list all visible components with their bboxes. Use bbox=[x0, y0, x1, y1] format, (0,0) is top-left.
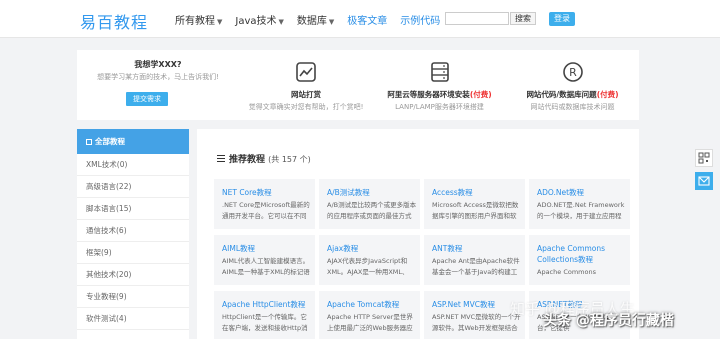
request-subtitle: 想要学习某方面的技术，马上告诉我们! bbox=[97, 73, 219, 81]
qrcode-button[interactable] bbox=[695, 149, 713, 167]
sidebar-item-scripting[interactable]: 脚本语言(15) bbox=[77, 198, 189, 220]
card-title[interactable]: ANT教程 bbox=[432, 243, 522, 254]
server-icon bbox=[431, 62, 449, 82]
tutorial-card[interactable]: Ajax教程 AJAX代表异步JavaScript和XML。AJAX是一种用XM… bbox=[319, 235, 420, 285]
category-sidebar: 全部教程 XML技术(0) 高级语言(22) 脚本语言(15) 通信技术(6) … bbox=[77, 129, 189, 339]
feature-code-db[interactable]: R 网站代码/数据库问题(付费) 网站代码或数据库技术问题 bbox=[506, 50, 639, 120]
site-logo[interactable]: 易百教程 bbox=[80, 9, 148, 33]
grid-icon bbox=[86, 139, 92, 145]
tutorial-card[interactable]: Apache Tomcat教程 Apache HTTP Server是世界上使用… bbox=[319, 291, 420, 339]
feature-subtitle: LANP/LAMP服务器环境搭建 bbox=[395, 103, 484, 111]
tutorial-card[interactable]: Access教程 Microsoft Access是微软把数据库引擎的图形用户界… bbox=[424, 179, 525, 229]
card-description: A/B测试是比较两个或更多版本的应用程序或页面的最佳方式之一。 bbox=[327, 201, 417, 220]
registered-icon: R bbox=[563, 62, 583, 82]
paid-tag: (付费) bbox=[469, 90, 492, 99]
tutorial-card[interactable]: A/B测试教程 A/B测试是比较两个或更多版本的应用程序或页面的最佳方式之一。 bbox=[319, 179, 420, 229]
feature-subtitle: 网站代码或数据库技术问题 bbox=[530, 103, 615, 111]
feature-title: 网站打赏 bbox=[291, 90, 321, 99]
card-description: AJAX代表异步JavaScript和XML。AJAX是一种用XML、 bbox=[327, 257, 409, 276]
card-description: Apache Ant是由Apache软件基金会一个基于Java的构建工具。 bbox=[432, 257, 520, 276]
nav-label: 所有教程 bbox=[175, 16, 215, 27]
card-description: Microsoft Access是微软把数据库引擎的图形用户界面和软件开发工具 bbox=[432, 201, 519, 220]
request-title: 我想学XXX? bbox=[134, 60, 182, 69]
nav-all-tutorials[interactable]: 所有教程 ▼ bbox=[175, 12, 222, 27]
submit-request-button[interactable]: 提交需求 bbox=[126, 92, 168, 106]
caret-down-icon: ▼ bbox=[278, 18, 284, 26]
card-description: .NET Core是Microsoft最新的通用开发平台。它可以在不同的平台 bbox=[222, 201, 310, 220]
mail-button[interactable] bbox=[695, 172, 713, 190]
card-title[interactable]: AIML教程 bbox=[222, 243, 312, 254]
sidebar-item-communication[interactable]: 通信技术(6) bbox=[77, 220, 189, 242]
sidebar-all-tutorials[interactable]: 全部教程 bbox=[77, 129, 189, 154]
card-description: ADO.NET是.Net Framework的一个模块，用于建立应用程序和数据 bbox=[537, 201, 625, 220]
qrcode-icon bbox=[698, 152, 710, 164]
svg-text:R: R bbox=[569, 66, 577, 79]
tutorial-count: (共 157 个) bbox=[268, 155, 311, 164]
sidebar-item-framework[interactable]: 框架(9) bbox=[77, 242, 189, 264]
feature-subtitle: 觉得文章确实对您有帮助，打个赏吧! bbox=[248, 103, 364, 111]
card-title[interactable]: ADO.Net教程 bbox=[537, 187, 627, 198]
top-header: 易百教程 所有教程 ▼ Java技术 ▼ 数据库 ▼ 极客文章 示例代码 搜索 登录 bbox=[0, 0, 720, 38]
tutorial-card[interactable]: Apache HttpClient教程 HttpClient是一个传输库。它在客… bbox=[214, 291, 315, 339]
watermark-toutiao: 头条 @程序员行藏楷 bbox=[543, 313, 674, 329]
sidebar-item-high-level[interactable]: 高级语言(22) bbox=[77, 176, 189, 198]
mail-icon bbox=[698, 176, 710, 186]
request-box: 我想学XXX? 想要学习某方面的技术，马上告诉我们! 提交需求 bbox=[77, 50, 239, 120]
card-title[interactable]: Apache HttpClient教程 bbox=[222, 299, 312, 310]
caret-down-icon: ▼ bbox=[328, 18, 335, 26]
tutorial-card[interactable]: ANT教程 Apache Ant是由Apache软件基金会一个基于Java的构建… bbox=[424, 235, 525, 285]
nav-label: Java技术 bbox=[235, 16, 277, 27]
chart-icon bbox=[296, 62, 316, 82]
nav-java-tech[interactable]: Java技术 ▼ bbox=[235, 12, 284, 27]
tutorial-card[interactable]: NET Core教程 .NET Core是Microsoft最新的通用开发平台。… bbox=[214, 179, 315, 229]
caret-down-icon: ▼ bbox=[217, 18, 223, 26]
feature-title: 网站代码/数据库问题(付费) bbox=[506, 89, 639, 100]
card-description: ASP.NET MVC是微软的一个开源软件。其Web开发框架结合了 bbox=[432, 313, 521, 332]
sidebar-item-professional[interactable]: 专业教程(9) bbox=[77, 286, 189, 308]
card-description: AIML代表人工智能建模语言。AIML是一种基于XML的标记语 bbox=[222, 257, 310, 276]
sidebar-item-other[interactable]: 其他技术(20) bbox=[77, 264, 189, 286]
card-title[interactable]: A/B测试教程 bbox=[327, 187, 417, 198]
search-button[interactable]: 搜索 bbox=[510, 12, 536, 25]
nav-database[interactable]: 数据库 ▼ bbox=[297, 12, 334, 27]
feature-title-text: 网站代码/数据库问题 bbox=[526, 90, 597, 99]
tutorial-card[interactable]: AIML教程 AIML代表人工智能建模语言。AIML是一种基于XML的标记语 bbox=[214, 235, 315, 285]
card-description: Apache HTTP Server是世界上使用最广泛的Web服务器应用程序。 bbox=[327, 313, 413, 332]
tutorial-card[interactable]: ADO.Net教程 ADO.NET是.Net Framework的一个模块，用于… bbox=[529, 179, 630, 229]
card-title[interactable]: ASP.Net MVC教程 bbox=[432, 299, 522, 310]
paid-tag: (付费) bbox=[596, 90, 619, 99]
card-title[interactable]: Ajax教程 bbox=[327, 243, 417, 254]
nav-geek-articles[interactable]: 极客文章 bbox=[347, 12, 387, 27]
card-description: Apache Commons Collections bbox=[537, 268, 596, 276]
nav-sample-code[interactable]: 示例代码 bbox=[400, 12, 440, 27]
nav-label: 数据库 bbox=[296, 16, 327, 27]
feature-donate[interactable]: 网站打赏 觉得文章确实对您有帮助，打个赏吧! bbox=[239, 50, 373, 120]
feature-title-text: 阿里云等服务器环境安装 bbox=[387, 90, 470, 99]
card-title[interactable]: NET Core教程 bbox=[222, 187, 312, 198]
card-title[interactable]: Apache Tomcat教程 bbox=[327, 299, 417, 310]
card-title[interactable]: Apache Commons Collections教程 bbox=[537, 243, 627, 265]
search-input[interactable] bbox=[445, 12, 509, 25]
section-title: 推荐教程 (共 157 个) bbox=[217, 152, 311, 165]
sidebar-head-label: 全部教程 bbox=[95, 137, 125, 146]
card-title[interactable]: Access教程 bbox=[432, 187, 522, 198]
feature-banner: 我想学XXX? 想要学习某方面的技术，马上告诉我们! 提交需求 网站打赏 觉得文… bbox=[77, 50, 639, 120]
tutorial-card[interactable]: Apache Commons Collections教程 Apache Comm… bbox=[529, 235, 630, 285]
feature-server-setup[interactable]: 阿里云等服务器环境安装(付费) LANP/LAMP服务器环境搭建 bbox=[373, 50, 506, 120]
feature-title: 阿里云等服务器环境安装(付费) bbox=[373, 89, 506, 100]
sidebar-item-testing[interactable]: 软件测试(4) bbox=[77, 308, 189, 330]
card-description: HttpClient是一个传输库。它在客户端，发送和接收Http消息。它 bbox=[222, 313, 308, 332]
section-title-text: 推荐教程 bbox=[229, 155, 266, 165]
main-nav: 所有教程 ▼ Java技术 ▼ 数据库 ▼ 极客文章 示例代码 bbox=[175, 12, 453, 27]
login-button[interactable]: 登录 bbox=[549, 12, 575, 26]
list-icon bbox=[217, 155, 225, 162]
sidebar-item-xml[interactable]: XML技术(0) bbox=[77, 154, 189, 176]
